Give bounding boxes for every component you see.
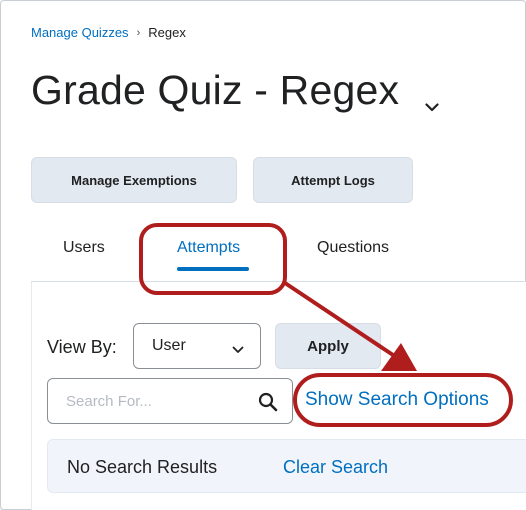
apply-button[interactable]: Apply xyxy=(275,323,381,369)
search-input[interactable] xyxy=(64,391,248,411)
attempt-logs-button[interactable]: Attempt Logs xyxy=(253,157,413,203)
tab-list: Users Attempts Questions xyxy=(1,239,526,279)
chevron-down-icon[interactable] xyxy=(425,75,439,122)
show-search-options-link[interactable]: Show Search Options xyxy=(305,389,489,411)
chevron-down-icon xyxy=(232,341,244,359)
no-results-text: No Search Results xyxy=(67,457,218,477)
breadcrumb-separator: › xyxy=(136,26,141,39)
app-window: Manage Quizzes › Regex Grade Quiz - Rege… xyxy=(0,0,526,510)
search-icon[interactable] xyxy=(258,392,278,417)
view-by-label: View By: xyxy=(47,337,117,357)
page-title-text: Grade Quiz - Regex xyxy=(31,67,400,113)
clear-search-link[interactable]: Clear Search xyxy=(283,457,388,478)
tab-selected-indicator xyxy=(177,267,249,271)
view-by-select[interactable]: User xyxy=(133,323,261,369)
breadcrumb: Manage Quizzes › Regex xyxy=(31,25,186,40)
tab-attempts[interactable]: Attempts xyxy=(177,239,240,257)
view-by-selected-value: User xyxy=(152,337,186,354)
tab-users[interactable]: Users xyxy=(63,239,105,257)
breadcrumb-current: Regex xyxy=(148,25,186,40)
breadcrumb-manage-quizzes-link[interactable]: Manage Quizzes xyxy=(31,25,129,40)
page-title: Grade Quiz - Regex xyxy=(31,59,439,122)
search-box xyxy=(47,378,293,424)
manage-exemptions-button[interactable]: Manage Exemptions xyxy=(31,157,237,203)
tab-questions[interactable]: Questions xyxy=(317,239,389,257)
